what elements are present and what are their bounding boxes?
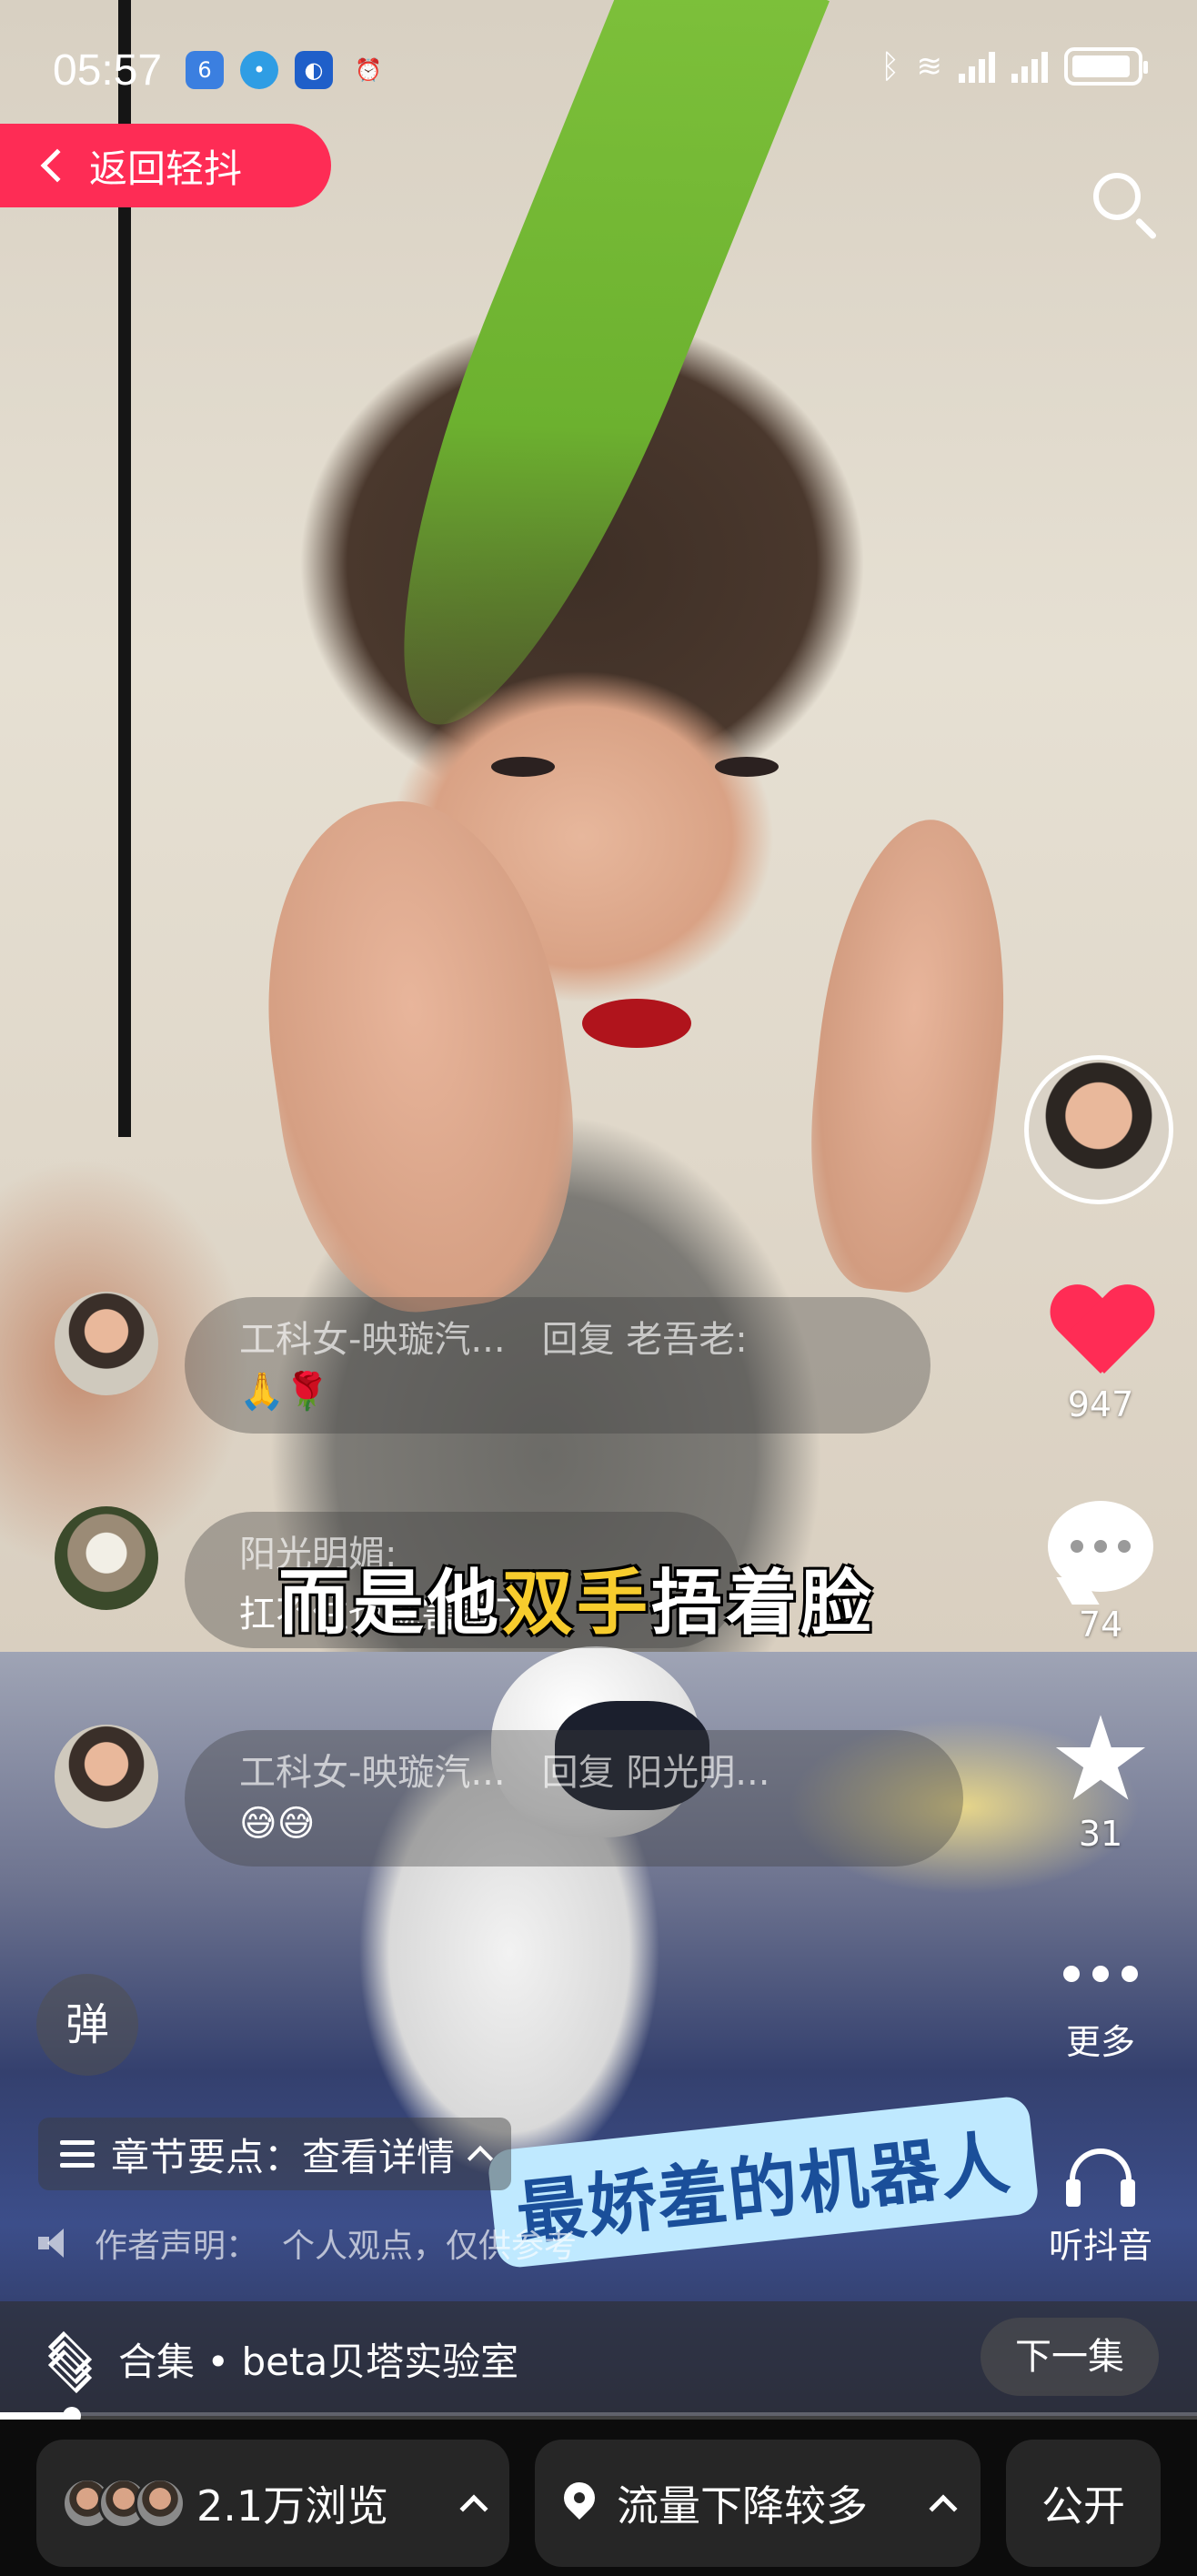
notification-app-icon: • [240, 51, 278, 89]
author-avatar-button[interactable] [1024, 1055, 1173, 1204]
author-disclaimer: 作者声明： 个人观点，仅供参考 [38, 2219, 577, 2267]
comment-button[interactable]: 74 [1037, 1501, 1164, 1645]
subtitle-text: 而是他 [278, 1563, 503, 1645]
avatar[interactable] [55, 1292, 158, 1395]
star-icon: ★ [1048, 1692, 1153, 1827]
status-indicators: ᛒ ≋ [880, 47, 1148, 86]
like-button[interactable]: 947 [1037, 1286, 1164, 1424]
subtitle-text: 捂着脸 [651, 1563, 876, 1645]
chapter-label: 章节要点：查看详情 [111, 2134, 456, 2179]
megaphone-icon [38, 2229, 71, 2258]
notification-app-icon: ◐ [295, 51, 333, 89]
chapter-highlights-button[interactable]: 章节要点：查看详情 [38, 2118, 512, 2190]
comment-bubble: 工科女-映璇汽... 回复 阳光明... 😅😅 [185, 1730, 963, 1867]
listen-douyin-button[interactable]: 听抖音 [1028, 2148, 1173, 2268]
comment-reply-to: 回复 阳光明... [541, 1752, 770, 1794]
traffic-button[interactable]: 流量下降较多 [535, 2440, 981, 2567]
headphones-icon [1064, 2148, 1137, 2212]
next-episode-button[interactable]: 下一集 [981, 2318, 1159, 2396]
search-icon [1093, 173, 1141, 220]
views-button[interactable]: 2.1万浏览 [36, 2440, 509, 2567]
disclaimer-text: 个人观点，仅供参考 [282, 2228, 578, 2265]
person-hand-left [238, 782, 598, 1328]
comment-author: 工科女-映璇汽... [239, 1319, 506, 1361]
more-label: 更多 [1065, 2022, 1135, 2062]
search-button[interactable] [1088, 169, 1161, 242]
alarm-icon: ⏰ [355, 57, 382, 83]
chevron-up-icon [929, 2494, 958, 2523]
video-subtitle: 而是他双手捂着脸 [278, 1546, 875, 1648]
more-dots-icon [1037, 1956, 1164, 1992]
location-pin-icon [562, 2482, 597, 2524]
favorite-button[interactable]: ★ 31 [1037, 1692, 1164, 1855]
subtitle-highlight: 双手 [502, 1563, 652, 1645]
cellular-signal-icon [959, 50, 995, 83]
traffic-status: 流量下降较多 [617, 2481, 868, 2531]
comment-icon [1048, 1501, 1153, 1592]
status-bar: 05:57 6 • ◐ ⏰ ᛒ ≋ [0, 0, 1197, 136]
more-button[interactable]: 更多 [1037, 1956, 1164, 2064]
comment-text: 🙏🌹 [239, 1371, 330, 1413]
listen-label: 听抖音 [1048, 2226, 1152, 2266]
chevron-left-icon [40, 148, 75, 183]
list-icon [60, 2140, 95, 2168]
back-label: 返回轻抖 [89, 146, 243, 191]
layers-icon [44, 2330, 96, 2394]
person-hand-right [794, 810, 1025, 1301]
comment-author: 工科女-映璇汽... [239, 1752, 506, 1794]
wifi-icon: ≋ [916, 48, 943, 85]
avatar[interactable] [55, 1725, 158, 1828]
progress-fill [0, 2412, 72, 2420]
comment-overlay[interactable]: 工科女-映璇汽... 回复 老吾老: 🙏🌹 [55, 1292, 930, 1437]
comment-overlay[interactable]: 工科女-映璇汽... 回复 阳光明... 😅😅 [55, 1725, 963, 1870]
comment-reply-to: 回复 老吾老: [541, 1319, 748, 1361]
danmu-toggle-button[interactable]: 弹 [36, 1974, 138, 2076]
avatar[interactable] [55, 1506, 158, 1610]
chevron-up-icon [459, 2494, 488, 2523]
bottom-stats-bar: 2.1万浏览 流量下降较多 公开 [0, 2420, 1197, 2576]
heart-icon [1050, 1286, 1152, 1381]
like-count: 947 [1067, 1384, 1134, 1424]
person-lips [582, 999, 691, 1048]
person-eye-right [715, 757, 779, 777]
disclaimer-label: 作者声明： [95, 2228, 259, 2265]
viewer-avatars [62, 2478, 186, 2529]
person-eye-left [491, 757, 555, 777]
comment-bubble: 工科女-映璇汽... 回复 老吾老: 🙏🌹 [185, 1297, 930, 1434]
playback-progress-bar[interactable] [0, 2407, 1197, 2425]
bluetooth-icon: ᛒ [880, 47, 900, 86]
battery-icon [1064, 47, 1148, 86]
notification-app-icon: 6 [186, 51, 224, 89]
views-count: 2.1万浏览 [196, 2481, 389, 2531]
comment-count: 74 [1078, 1605, 1123, 1645]
cellular-signal-icon [1011, 50, 1048, 83]
visibility-label: 公开 [1041, 2481, 1125, 2531]
collection-label: 合集 • beta贝塔实验室 [118, 2339, 519, 2384]
visibility-button[interactable]: 公开 [1006, 2440, 1161, 2567]
chevron-up-icon [467, 2145, 494, 2172]
status-time: 05:57 [53, 46, 163, 95]
comment-text: 😅😅 [239, 1803, 316, 1845]
back-to-lite-button[interactable]: 返回轻抖 [0, 124, 331, 207]
